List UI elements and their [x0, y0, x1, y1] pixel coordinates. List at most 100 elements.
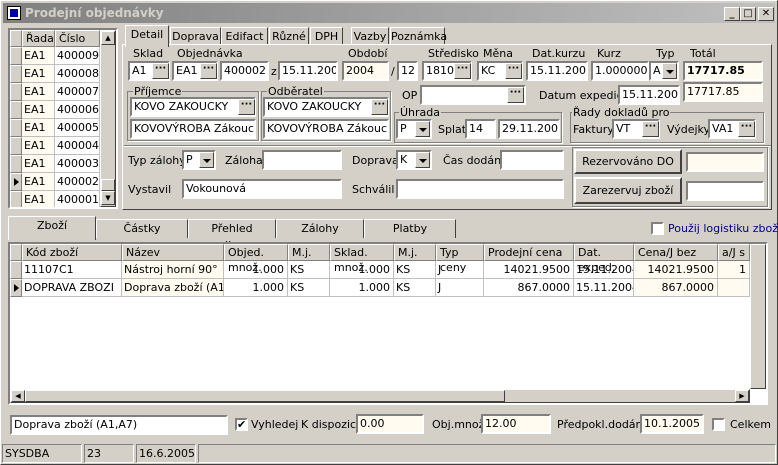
cislo-cell: 400007 — [55, 83, 100, 101]
row-indicator — [10, 83, 22, 101]
vystavil-field[interactable]: Vokounová — [182, 179, 342, 199]
items-vscrollbar[interactable] — [750, 244, 766, 389]
rezervovano-button[interactable]: Rezervováno DO — [574, 149, 682, 174]
vyhledej-label: Vyhledej — [251, 418, 299, 431]
zaloha-field[interactable] — [262, 150, 342, 170]
kurz-field[interactable]: 1.000000 — [591, 61, 649, 81]
vydejky-label: Výdejky — [667, 123, 711, 136]
list-item[interactable]: EA1 400007 — [10, 83, 100, 101]
scroll-thumb[interactable] — [101, 179, 115, 191]
splat-datum-field[interactable]: 29.11.2004 — [498, 119, 560, 139]
obdobi-rok-field[interactable]: 2004 — [342, 61, 389, 81]
list-item[interactable]: EA1 400008 — [10, 65, 100, 83]
column-header-nazev[interactable]: Název — [122, 244, 224, 261]
cell-asj: 1 — [718, 261, 750, 279]
title-bar[interactable]: Prodejní objednávky _ □ ✕ — [3, 3, 775, 23]
tab-zbozi[interactable]: Zboží — [8, 216, 96, 240]
typ-dropdown-icon[interactable] — [662, 63, 677, 79]
list-scrollbar[interactable]: ▲ ▼ — [100, 30, 116, 207]
obdobi-mesic-field[interactable]: 12 — [397, 61, 418, 81]
column-header-datexp[interactable]: Dat. exped. — [574, 244, 634, 274]
column-header-cena[interactable]: Prodejní cena — [484, 244, 574, 261]
logistika-checkbox[interactable] — [651, 222, 664, 235]
tab-castky[interactable]: Částky — [96, 219, 188, 238]
typ-value: A — [653, 64, 661, 77]
hscroll-thumb[interactable] — [25, 390, 505, 402]
typzal-label: Typ zálohy — [128, 154, 186, 167]
list-item[interactable]: EA1 400003 — [10, 155, 100, 173]
column-header-cislo[interactable]: Číslo — [55, 30, 100, 47]
tab-zalohy[interactable]: Zálohy — [276, 219, 364, 238]
list-item[interactable]: EA1 400006 — [10, 101, 100, 119]
vystavil-label: Vystavil — [128, 183, 172, 196]
list-item[interactable]: EA1 400004 — [10, 137, 100, 155]
schvalil-field[interactable] — [396, 179, 564, 199]
odberatel2-field[interactable]: KOVOVÝROBA Zákouck — [263, 119, 389, 139]
prijemce2-field[interactable]: KOVOVÝROBA Zákouck — [130, 119, 256, 139]
typzal-dropdown-icon[interactable] — [199, 152, 214, 168]
cell-cena: 14021.9500 — [484, 261, 574, 279]
items-hscrollbar[interactable]: ◀ ▶ — [10, 389, 750, 403]
scroll-up-icon[interactable]: ▲ — [101, 31, 115, 45]
table-row[interactable]: 11107C1 Nástroj horní 90° 1.000 KS 1.000 KS J 1… — [10, 261, 750, 279]
row-indicator — [10, 279, 22, 297]
rada-cell: EA1 — [22, 101, 55, 119]
list-item[interactable]: EA1 400002 — [10, 173, 100, 191]
kdisp-field: 0.00 — [356, 414, 424, 434]
column-header-mj2[interactable]: M.j. — [394, 244, 436, 261]
grid-corner — [10, 30, 22, 47]
scroll-down-icon[interactable]: ▼ — [101, 191, 115, 205]
predpokl-value: 10.1.2005 — [644, 417, 700, 430]
casdod-field[interactable] — [500, 150, 564, 170]
vydejky-browse-button[interactable]: ··· — [738, 121, 755, 137]
footer-nazev-value: Doprava zboží (A1,A7) — [14, 418, 138, 431]
column-header-objmn[interactable]: Objed. množ. — [224, 244, 288, 274]
datkurzu-field[interactable]: 15.11.2004 — [526, 61, 588, 81]
obj-datum-field[interactable]: 15.11.2004 — [278, 61, 338, 81]
splat-field[interactable]: 14 — [465, 119, 496, 139]
doprava-dropdown-icon[interactable] — [415, 152, 430, 168]
obdobi-separator: / — [391, 65, 395, 78]
cislo-cell: 400001 — [55, 191, 100, 207]
uhrada-dropdown-icon[interactable] — [415, 121, 430, 137]
obj-rada-browse-button[interactable]: ··· — [200, 63, 217, 79]
obj-cislo-field[interactable]: 400002 — [220, 61, 269, 81]
tab-platby[interactable]: Platby — [364, 219, 456, 238]
column-header-mj[interactable]: M.j. — [288, 244, 330, 261]
op-browse-button[interactable]: ··· — [507, 87, 524, 103]
scroll-right-icon[interactable]: ▶ — [735, 390, 749, 402]
column-header-rada[interactable]: Řada — [22, 30, 55, 47]
scroll-left-icon[interactable]: ◀ — [11, 390, 25, 402]
column-header-kod[interactable]: Kód zboží — [22, 244, 122, 261]
tab-prehled-realizace[interactable]: Přehled realizace — [188, 219, 276, 252]
list-item[interactable]: EA1 400005 — [10, 119, 100, 137]
column-header-skladmn[interactable]: Sklad. množ. — [330, 244, 394, 274]
odberatel-browse-button[interactable]: ··· — [371, 99, 388, 115]
list-item[interactable]: EA1 400001 — [10, 191, 100, 207]
faktury-browse-button[interactable]: ··· — [642, 121, 659, 137]
schvalil-label: Schválil — [352, 183, 395, 196]
column-header-cenaj[interactable]: Cena/J bez DPH — [634, 244, 718, 274]
mena-browse-button[interactable]: ··· — [505, 63, 522, 79]
vyhledej-checkbox[interactable]: ✔ — [235, 418, 248, 431]
stredisko-browse-button[interactable]: ··· — [454, 63, 471, 79]
kdisp-value: 0.00 — [360, 417, 385, 430]
sklad-browse-button[interactable]: ··· — [152, 63, 169, 79]
mena-value: KC — [481, 64, 496, 77]
celkem-checkbox[interactable] — [712, 418, 725, 431]
tab-detail[interactable]: Detail — [125, 25, 169, 47]
column-header-typ[interactable]: Typ ceny — [436, 244, 484, 274]
zarezervuj-button[interactable]: Zarezervuj zboží — [574, 177, 682, 204]
maximize-button[interactable]: □ — [740, 7, 756, 21]
prijemce-browse-button[interactable]: ··· — [238, 99, 255, 115]
datexp-field[interactable]: 15.11.2004 — [618, 85, 680, 105]
zarezervuj-field[interactable] — [686, 181, 764, 201]
items-grid[interactable]: Kód zboží Název Objed. množ. M.j. Sklad. mno… — [8, 242, 768, 405]
minimize-button[interactable]: _ — [724, 7, 740, 21]
order-list-grid[interactable]: Řada Číslo EA1 400009 EA1 400008 EA1 400007 EA… — [8, 28, 118, 209]
column-header-asj[interactable]: a/J s — [718, 244, 750, 261]
table-row[interactable]: DOPRAVA ZBOZIDoprava zboží (A1,A1.000KS1… — [10, 279, 750, 297]
list-item[interactable]: EA1 400009 — [10, 47, 100, 65]
uhrada-label: Úhrada — [399, 106, 442, 119]
close-button[interactable]: ✕ — [758, 7, 774, 21]
